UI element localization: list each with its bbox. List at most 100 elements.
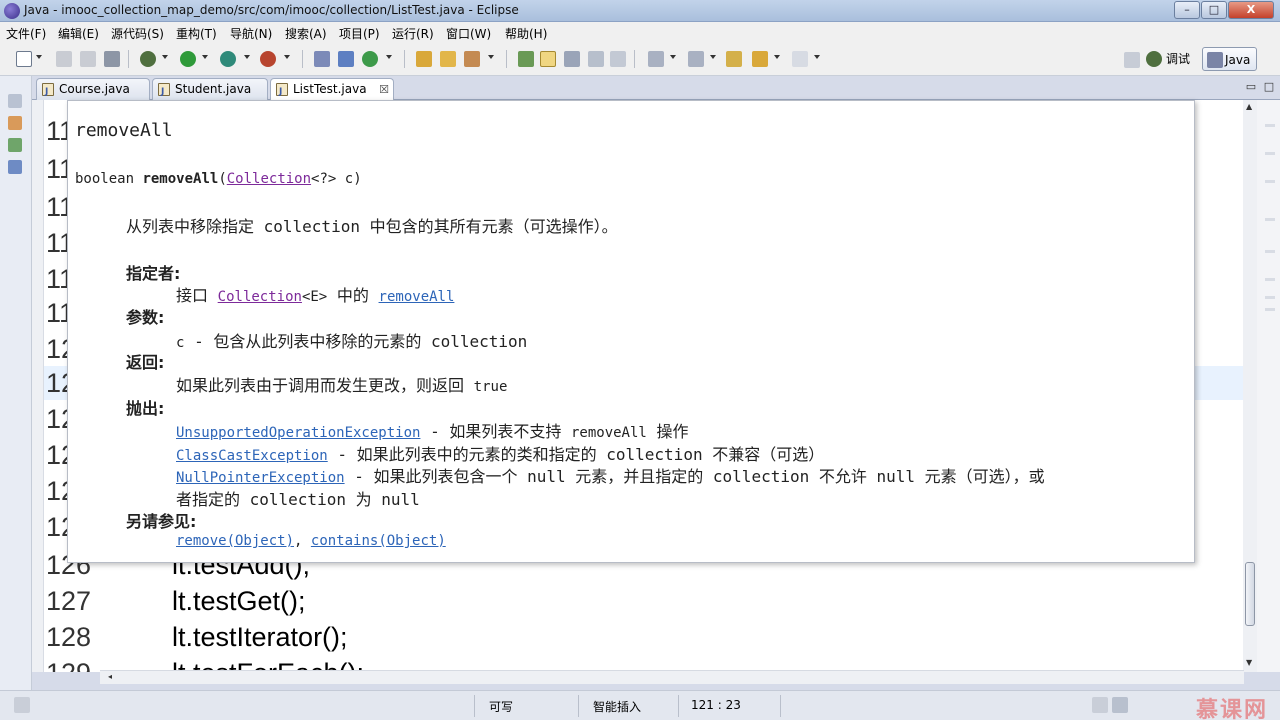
scroll-left-icon[interactable]: ◂ [108, 672, 112, 681]
close-button[interactable]: X [1228, 1, 1274, 19]
close-tab-icon[interactable]: ☒ [379, 79, 389, 100]
print-icon[interactable] [104, 51, 120, 67]
scroll-down-icon[interactable]: ▼ [1246, 658, 1252, 667]
menu-file[interactable]: 文件(F) [6, 25, 46, 42]
tab-student-java[interactable]: Student.java [152, 78, 268, 103]
show-whitespace-icon[interactable] [588, 51, 604, 67]
exception-link[interactable]: ClassCastException [176, 448, 328, 464]
vertical-scrollbar[interactable]: ▲ ▼ [1243, 100, 1257, 672]
block-selection-icon[interactable] [564, 51, 580, 67]
toolbar-separator [128, 50, 129, 68]
outline-icon[interactable] [8, 160, 22, 174]
debug-icon[interactable] [140, 51, 156, 67]
menu-search[interactable]: 搜索(A) [285, 25, 327, 42]
previous-annotation-icon[interactable] [688, 51, 704, 67]
perspective-java-label: Java [1225, 53, 1251, 67]
pilcrow-icon[interactable] [610, 51, 626, 67]
overview-mark[interactable] [1265, 296, 1275, 299]
chevron-down-icon[interactable] [36, 55, 42, 59]
overview-mark[interactable] [1265, 308, 1275, 311]
scroll-up-icon[interactable]: ▲ [1246, 102, 1252, 111]
highlight-icon[interactable] [540, 51, 556, 67]
progress-view-icon[interactable] [1112, 697, 1128, 713]
back-arrow-icon[interactable] [752, 51, 768, 67]
remove-object-link[interactable]: remove(Object) [176, 533, 294, 549]
maximize-view-icon[interactable]: □ [1262, 80, 1276, 94]
next-annotation-icon[interactable] [648, 51, 664, 67]
restore-icon[interactable] [8, 94, 22, 108]
fast-view-icon[interactable] [14, 697, 30, 713]
exception-link[interactable]: NullPointerException [176, 470, 345, 486]
method-description: 从列表中移除指定 collection 中包含的其所有元素（可选操作）。 [126, 217, 618, 236]
minimize-button[interactable]: – [1174, 1, 1200, 19]
chevron-down-icon[interactable] [162, 55, 168, 59]
chevron-down-icon[interactable] [284, 55, 290, 59]
minimize-view-icon[interactable]: ▭ [1244, 80, 1258, 94]
open-perspective-icon[interactable] [1124, 52, 1140, 68]
cursor-position: 121 : 23 [691, 698, 741, 712]
overview-mark[interactable] [1265, 218, 1275, 221]
save-all-icon[interactable] [80, 51, 96, 67]
open-type-icon[interactable] [416, 51, 432, 67]
code-line[interactable]: lt.testGet(); [172, 586, 306, 617]
forward-arrow-icon[interactable] [792, 51, 808, 67]
overview-mark[interactable] [1265, 180, 1275, 183]
perspective-java[interactable]: Java [1202, 47, 1258, 71]
maximize-button[interactable]: □ [1201, 1, 1227, 19]
save-icon[interactable] [56, 51, 72, 67]
perspective-switcher: 调试 Java [1124, 47, 1276, 73]
removeall-link[interactable]: removeAll [379, 289, 455, 305]
overview-mark[interactable] [1265, 250, 1275, 253]
overview-mark[interactable] [1265, 278, 1275, 281]
param-type-link[interactable]: Collection [227, 171, 311, 187]
open-folder-icon[interactable] [440, 51, 456, 67]
hierarchy-icon[interactable] [8, 138, 22, 152]
menu-edit[interactable]: 编辑(E) [58, 25, 99, 42]
overview-mark[interactable] [1265, 152, 1275, 155]
new-java-project-icon[interactable] [314, 51, 330, 67]
horizontal-scrollbar[interactable]: ◂ [100, 670, 1244, 684]
toggle-mark-occurrences-icon[interactable] [518, 51, 534, 67]
scrollbar-thumb[interactable] [1245, 562, 1255, 626]
search-icon[interactable] [464, 51, 480, 67]
chevron-down-icon[interactable] [774, 55, 780, 59]
overview-mark[interactable] [1265, 124, 1275, 127]
new-package-icon[interactable] [338, 51, 354, 67]
java-perspective-icon [1207, 52, 1223, 68]
menu-run[interactable]: 运行(R) [392, 25, 434, 42]
restore-icon[interactable] [1092, 697, 1108, 713]
menu-navigate[interactable]: 导航(N) [230, 25, 272, 42]
toolbar-separator [506, 50, 507, 68]
coverage-icon[interactable] [220, 51, 236, 67]
menu-refactor[interactable]: 重构(T) [176, 25, 217, 42]
package-explorer-icon[interactable] [8, 116, 22, 130]
throws-heading: 抛出: [126, 399, 165, 418]
chevron-down-icon[interactable] [202, 55, 208, 59]
chevron-down-icon[interactable] [386, 55, 392, 59]
menu-window[interactable]: 窗口(W) [446, 25, 491, 42]
contains-object-link[interactable]: contains(Object) [311, 533, 446, 549]
chevron-down-icon[interactable] [670, 55, 676, 59]
exception-link[interactable]: UnsupportedOperationException [176, 425, 420, 441]
menu-help[interactable]: 帮助(H) [505, 25, 547, 42]
perspective-debug[interactable]: 调试 [1146, 47, 1190, 71]
run-icon[interactable] [180, 51, 196, 67]
chevron-down-icon[interactable] [244, 55, 250, 59]
interface-link[interactable]: Collection [218, 289, 302, 305]
menu-project[interactable]: 项目(P) [339, 25, 380, 42]
tab-listtest-java[interactable]: ListTest.java ☒ [270, 78, 394, 103]
new-class-icon[interactable] [362, 51, 378, 67]
tab-course-java[interactable]: Course.java [36, 78, 150, 103]
chevron-down-icon[interactable] [814, 55, 820, 59]
toolbar-separator [302, 50, 303, 68]
status-separator [678, 695, 679, 717]
chevron-down-icon[interactable] [710, 55, 716, 59]
menu-source[interactable]: 源代码(S) [111, 25, 164, 42]
code-line[interactable]: lt.testIterator(); [172, 622, 348, 653]
last-edit-location-icon[interactable] [726, 51, 742, 67]
chevron-down-icon[interactable] [488, 55, 494, 59]
new-file-icon[interactable] [16, 51, 32, 67]
external-tools-icon[interactable] [260, 51, 276, 67]
param-name: c [176, 335, 185, 351]
signature-rest: <?> c) [311, 171, 362, 187]
